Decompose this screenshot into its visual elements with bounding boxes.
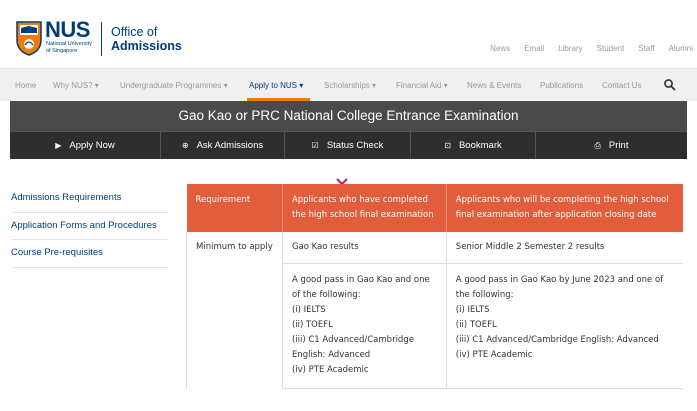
util-link-staff[interactable]: Staff: [638, 44, 654, 53]
search-icon[interactable]: [663, 78, 677, 92]
nav-item-why-nus[interactable]: Why NUS? ▾: [53, 81, 99, 90]
bookmark-button[interactable]: ⊡ Bookmark: [411, 132, 536, 159]
cell-results-completed: Gao Kao results: [282, 232, 447, 264]
nav-item-news-events[interactable]: News & Events: [467, 81, 521, 90]
nus-crest-icon[interactable]: [15, 20, 43, 56]
table-row: Minimum to apply Gao Kao results Senior …: [186, 232, 683, 389]
nav-item-home[interactable]: Home: [15, 81, 36, 90]
print-button[interactable]: ⎙ Print: [536, 132, 687, 159]
sidebar: Admissions Requirements Application Form…: [11, 185, 169, 268]
nav-item-contact-us[interactable]: Contact Us: [602, 81, 642, 90]
status-check-label: Status Check: [326, 140, 384, 151]
header-requirement: Requirement: [186, 184, 283, 232]
nav-item-publications[interactable]: Publications: [540, 81, 583, 90]
table-header-row: Requirement Applicants who have complete…: [186, 184, 683, 232]
header-completed: Applicants who have completed the high s…: [282, 184, 447, 232]
page-title: Gao Kao or PRC National College Entrance…: [178, 108, 519, 123]
requirements-table: Requirement Applicants who have complete…: [186, 184, 683, 389]
site-header: NUS National University of Singapore Off…: [0, 0, 697, 68]
logo-divider: [101, 22, 102, 56]
cursor-icon: ▶: [55, 141, 62, 150]
util-link-alumni[interactable]: Alumni: [669, 44, 693, 53]
apply-now-label: Apply Now: [69, 140, 115, 151]
bookmark-label: Bookmark: [458, 140, 502, 151]
util-link-news[interactable]: News: [490, 44, 510, 53]
nav-item-apply-to-nus[interactable]: Apply to NUS ▾: [249, 81, 303, 90]
print-label: Print: [608, 140, 629, 151]
row-label-minimum-to-apply: Minimum to apply: [186, 232, 283, 389]
checkbox-icon: ☑: [311, 141, 319, 150]
ask-admissions-button[interactable]: ⊕ Ask Admissions: [161, 132, 285, 159]
util-link-library[interactable]: Library: [558, 44, 582, 53]
util-link-student[interactable]: Student: [597, 44, 625, 53]
ask-admissions-label: Ask Admissions: [196, 140, 264, 151]
header-upcoming: Applicants who will be completing the hi…: [446, 184, 683, 232]
logo-wordmark[interactable]: NUS: [45, 19, 90, 41]
sidebar-item-admissions-requirements[interactable]: Admissions Requirements: [11, 185, 169, 213]
nav-item-scholarships[interactable]: Scholarships ▾: [324, 81, 376, 90]
sidebar-item-application-forms[interactable]: Application Forms and Procedures: [11, 213, 169, 240]
utility-nav: News Email Library Student Staff Alumni: [490, 44, 697, 53]
main-nav: Home Why NUS? ▾ Undergraduate Programmes…: [0, 68, 697, 101]
page-title-banner: Gao Kao or PRC National College Entrance…: [10, 101, 687, 131]
cell-pass-upcoming: A good pass in Gao Kao by June 2023 and …: [446, 263, 683, 389]
cell-pass-completed: A good pass in Gao Kao and one of the fo…: [282, 263, 447, 389]
nav-item-financial-aid[interactable]: Financial Aid ▾: [396, 81, 448, 90]
help-icon: ⊕: [181, 141, 189, 150]
status-check-button[interactable]: ☑ Status Check: [285, 132, 411, 159]
cell-results-upcoming: Senior Middle 2 Semester 2 results: [446, 232, 683, 264]
action-bar: ▶ Apply Now ⊕ Ask Admissions ☑ Status Ch…: [10, 131, 687, 159]
print-icon: ⎙: [594, 140, 601, 150]
logo-subtitle: National University of Singapore: [46, 41, 92, 54]
office-title[interactable]: Office of Admissions: [111, 25, 182, 53]
bookmark-icon: ⊡: [444, 141, 451, 150]
nav-item-undergraduate-programmes[interactable]: Undergraduate Programmes ▾: [120, 81, 228, 90]
sidebar-item-course-prerequisites[interactable]: Course Pre-requisites: [11, 240, 169, 268]
util-link-email[interactable]: Email: [524, 44, 544, 53]
apply-now-button[interactable]: ▶ Apply Now: [10, 132, 161, 159]
